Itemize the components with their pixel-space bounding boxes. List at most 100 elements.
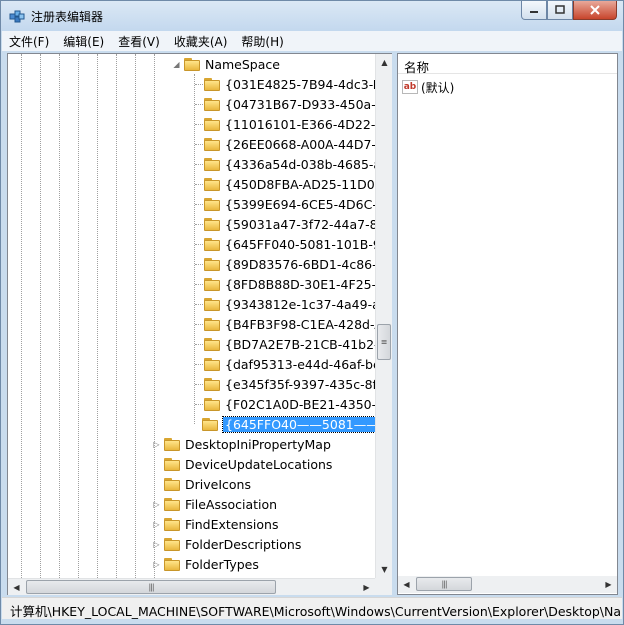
tree-item-label: {450D8FBA-AD25-11D0-98A8: [225, 176, 375, 192]
tree-item[interactable]: {031E4825-7B94-4dc3-B131: [204, 74, 375, 94]
vertical-scroll-thumb[interactable]: ≡: [377, 324, 391, 360]
expand-arrow-icon[interactable]: ▷: [152, 500, 161, 509]
key-tree[interactable]: ◢ NameSpace {031E4825-7B94-4dc3-B131 {047…: [8, 54, 375, 578]
tree-item-label: FolderDescriptions: [185, 536, 302, 552]
tree-item[interactable]: {e345f35f-9397-435c-8f95: [204, 374, 375, 394]
tree-guide-line: [195, 404, 203, 405]
maximize-button[interactable]: [547, 1, 573, 20]
folder-icon: [204, 97, 220, 111]
tree-guide-line: [195, 84, 203, 85]
tree-item[interactable]: {89D83576-6BD1-4c86-9454: [204, 254, 375, 274]
tree-item[interactable]: {11016101-E366-4D22-BC06: [204, 114, 375, 134]
scrollbar-corner: [375, 578, 392, 595]
tree-vertical-scrollbar[interactable]: ▲ ≡ ▼: [375, 54, 392, 578]
tree-item[interactable]: {645FF040-5081-101B-9F08: [204, 234, 375, 254]
scroll-left-arrow-icon[interactable]: ◀: [8, 579, 25, 596]
tree-item[interactable]: DriveIcons: [152, 474, 251, 494]
tree-guide-line: [195, 364, 203, 365]
collapse-arrow-icon[interactable]: ◢: [172, 60, 181, 69]
tree-item-label: {645FF040-5081-101B-9F08: [225, 236, 375, 252]
expand-arrow-icon[interactable]: ▷: [152, 520, 161, 529]
tree-item[interactable]: ▷ FolderTypes: [152, 554, 259, 574]
folder-icon: [204, 117, 220, 131]
tree-guide-line: [195, 144, 203, 145]
expand-arrow-icon[interactable]: ▷: [152, 540, 161, 549]
scroll-right-arrow-icon[interactable]: ▶: [358, 579, 375, 596]
column-header-name[interactable]: 名称: [398, 54, 617, 75]
tree-item-label: {daf95313-e44d-46af-be1b: [225, 356, 375, 372]
value-row-default[interactable]: ab (默认): [402, 78, 454, 96]
folder-icon: [204, 177, 220, 191]
tree-item[interactable]: {B4FB3F98-C1EA-428d-A78A: [204, 314, 375, 334]
string-value-icon: ab: [402, 80, 418, 94]
tree-item[interactable]: ▷ DesktopIniPropertyMap: [152, 434, 330, 454]
tree-item-label: FolderTypes: [185, 556, 259, 572]
folder-icon: [164, 437, 180, 451]
tree-guide-line: [195, 184, 203, 185]
scroll-left-arrow-icon[interactable]: ◀: [398, 576, 415, 593]
folder-icon: [204, 137, 220, 151]
tree-item[interactable]: ▷ FolderDescriptions: [152, 534, 301, 554]
folder-open-icon: [184, 57, 200, 71]
tree-guide-line: [195, 224, 203, 225]
tree-item[interactable]: {04731B67-D933-450a-90E6: [204, 94, 375, 114]
value-name: (默认): [421, 80, 455, 95]
tree-guide-line: [195, 324, 203, 325]
menu-file[interactable]: 文件(F): [2, 31, 56, 51]
tree-item[interactable]: {8FD8B88D-30E1-4F25-AC2B: [204, 274, 375, 294]
folder-icon: [164, 477, 180, 491]
tree-item[interactable]: {daf95313-e44d-46af-be1b: [204, 354, 375, 374]
expand-arrow-icon[interactable]: ▷: [152, 560, 161, 569]
menu-view[interactable]: 查看(V): [111, 31, 167, 51]
scroll-down-arrow-icon[interactable]: ▼: [376, 561, 393, 578]
folder-icon: [164, 557, 180, 571]
menu-bar: 文件(F) 编辑(E) 查看(V) 收藏夹(A) 帮助(H): [2, 31, 622, 51]
menu-help[interactable]: 帮助(H): [234, 31, 290, 51]
key-tree-pane[interactable]: ◢ NameSpace {031E4825-7B94-4dc3-B131 {047…: [7, 53, 392, 595]
tree-item[interactable]: DeviceUpdateLocations: [152, 454, 332, 474]
minimize-button[interactable]: [521, 1, 547, 20]
tree-item-namespace[interactable]: ◢ NameSpace: [172, 54, 280, 74]
folder-icon: [204, 257, 220, 271]
tree-item-label: NameSpace: [205, 56, 280, 72]
close-button[interactable]: [573, 1, 617, 20]
tree-item-selected[interactable]: {645FFO40——5081——1: [202, 414, 375, 434]
folder-icon: [204, 317, 220, 331]
tree-item[interactable]: {450D8FBA-AD25-11D0-98A8: [204, 174, 375, 194]
title-bar[interactable]: 注册表编辑器: [1, 1, 623, 31]
menu-edit[interactable]: 编辑(E): [56, 31, 111, 51]
tree-item[interactable]: {BD7A2E7B-21CB-41b2-A086: [204, 334, 375, 354]
tree-item[interactable]: {4336a54d-038b-4685-ab02: [204, 154, 375, 174]
tree-item[interactable]: ▷ FindExtensions: [152, 514, 278, 534]
maximize-icon: [555, 5, 565, 14]
tree-guide-line: [97, 54, 98, 578]
scroll-up-arrow-icon[interactable]: ▲: [376, 54, 393, 71]
horizontal-scroll-thumb[interactable]: |||: [416, 577, 472, 591]
registry-editor-icon: [9, 10, 25, 23]
tree-item[interactable]: {F02C1A0D-BE21-4350-88B0: [204, 394, 375, 414]
menu-favorites[interactable]: 收藏夹(A): [167, 31, 235, 51]
tree-item[interactable]: {26EE0668-A00A-44D7-9371: [204, 134, 375, 154]
horizontal-scroll-thumb[interactable]: |||: [26, 580, 276, 594]
values-pane[interactable]: 名称 ab (默认) ◀ ||| ▶: [397, 53, 618, 595]
window-bottom-border: [2, 619, 622, 624]
tree-item-label: {26EE0668-A00A-44D7-9371: [225, 136, 375, 152]
tree-item-label[interactable]: {645FFO40——5081——1: [222, 415, 375, 433]
tree-guide-line: [195, 204, 203, 205]
values-horizontal-scrollbar[interactable]: ◀ ||| ▶: [398, 576, 617, 593]
folder-icon: [204, 297, 220, 311]
expand-arrow-icon[interactable]: ▷: [152, 440, 161, 449]
tree-item[interactable]: {59031a47-3f72-44a7-89c5: [204, 214, 375, 234]
tree-guide-line: [195, 124, 203, 125]
tree-horizontal-scrollbar[interactable]: ◀ ||| ▶: [8, 578, 375, 595]
tree-item[interactable]: {9343812e-1c37-4a49-a12e: [204, 294, 375, 314]
tree-guide-line: [195, 344, 203, 345]
tree-guide-line: [195, 164, 203, 165]
close-icon: [590, 5, 600, 15]
folder-icon: [204, 397, 220, 411]
tree-guide-line: [116, 54, 117, 578]
scroll-right-arrow-icon[interactable]: ▶: [600, 576, 617, 593]
tree-item[interactable]: {5399E694-6CE5-4D6C-8FCE: [204, 194, 375, 214]
tree-item[interactable]: ▷ FileAssociation: [152, 494, 277, 514]
